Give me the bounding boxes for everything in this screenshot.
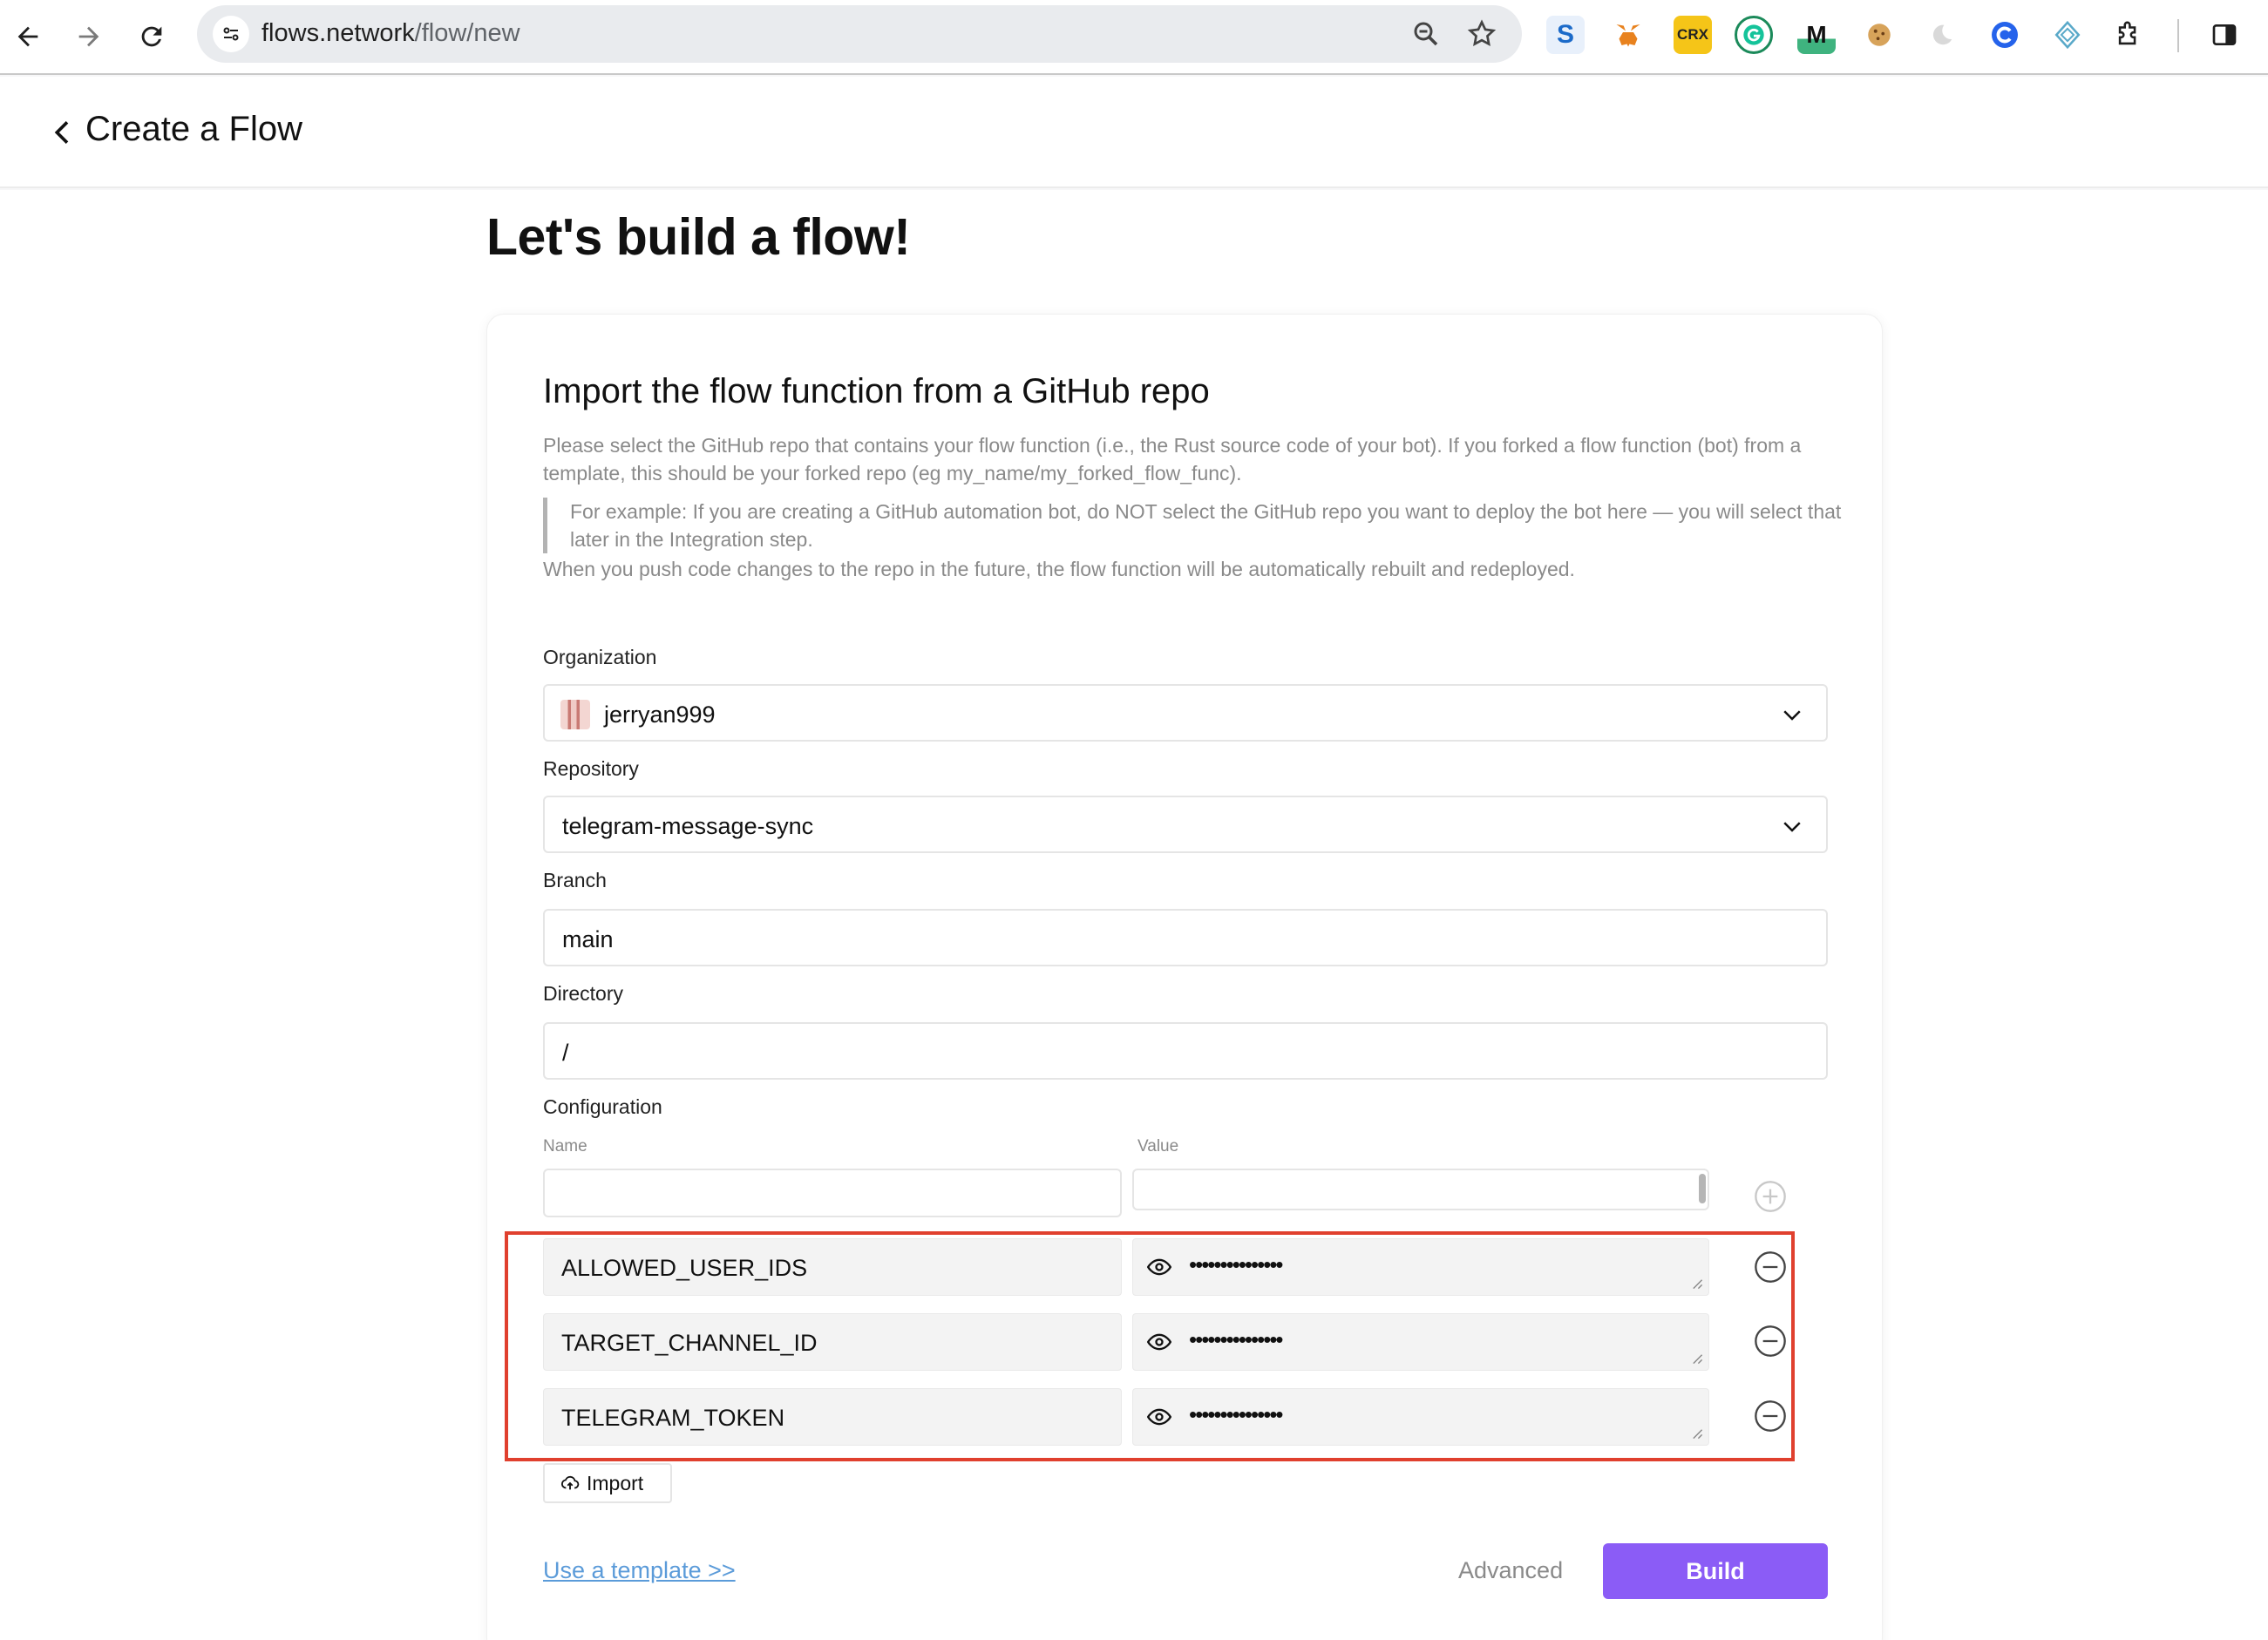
- eye-icon[interactable]: [1147, 1332, 1171, 1352]
- config-name-header: Name: [543, 1137, 587, 1155]
- repository-select[interactable]: telegram-message-sync: [543, 796, 1828, 853]
- example-quote: For example: If you are creating a GitHu…: [543, 498, 1842, 553]
- config-value-field[interactable]: •••••••••••••••: [1132, 1238, 1709, 1296]
- add-config-button[interactable]: [1753, 1179, 1788, 1214]
- toolbar-separator: [2177, 19, 2179, 52]
- directory-value: /: [562, 1040, 569, 1066]
- bookmark-star-icon[interactable]: [1466, 18, 1497, 50]
- branch-value: main: [562, 926, 614, 952]
- branch-input[interactable]: main: [543, 909, 1828, 966]
- config-name: TELEGRAM_TOKEN: [561, 1405, 785, 1431]
- new-config-value-input[interactable]: [1132, 1169, 1709, 1210]
- puzzle-icon[interactable]: [2109, 16, 2148, 54]
- config-name-field[interactable]: TARGET_CHANNEL_ID: [543, 1313, 1122, 1371]
- url-text: flows.network/flow/new: [261, 19, 520, 48]
- s-extension-icon[interactable]: S: [1546, 16, 1585, 54]
- main-content: Let's build a flow! Import the flow func…: [0, 190, 2268, 1640]
- masked-value: •••••••••••••••: [1189, 1326, 1284, 1352]
- reload-icon: [141, 26, 162, 47]
- back-button[interactable]: [3, 12, 52, 61]
- remove-config-button[interactable]: [1753, 1324, 1788, 1359]
- repository-value: telegram-message-sync: [562, 813, 814, 839]
- resize-handle-icon[interactable]: [1691, 1277, 1703, 1290]
- resize-handle-icon[interactable]: [1691, 1352, 1703, 1365]
- card-description: Please select the GitHub repo that conta…: [543, 434, 1802, 485]
- build-button[interactable]: Build: [1603, 1543, 1828, 1599]
- repository-label: Repository: [543, 757, 639, 780]
- org-avatar: [560, 700, 590, 729]
- organization-value: jerryan999: [604, 701, 716, 728]
- remove-config-button[interactable]: [1753, 1399, 1788, 1433]
- grammarly-icon[interactable]: [1735, 16, 1773, 54]
- card-note: When you push code changes to the repo i…: [543, 558, 1575, 580]
- card-title: Import the flow function from a GitHub r…: [543, 372, 1210, 410]
- app-header: Create a Flow: [0, 77, 2268, 188]
- reload-button[interactable]: [127, 12, 176, 61]
- advanced-button[interactable]: Advanced: [1458, 1557, 1563, 1584]
- use-template-link[interactable]: Use a template >>: [543, 1557, 736, 1584]
- m-extension-icon[interactable]: M: [1797, 16, 1836, 54]
- config-name: TARGET_CHANNEL_ID: [561, 1330, 818, 1356]
- c-extension-icon[interactable]: [1986, 16, 2024, 54]
- diamond-extension-icon[interactable]: [2048, 16, 2087, 54]
- arrow-right-icon: [78, 26, 99, 47]
- header-title: Create a Flow: [85, 110, 302, 148]
- config-value-header: Value: [1137, 1137, 1179, 1155]
- arrow-left-icon: [17, 26, 38, 47]
- config-value-field[interactable]: •••••••••••••••: [1132, 1388, 1709, 1446]
- directory-input[interactable]: /: [543, 1022, 1828, 1080]
- site-info-icon[interactable]: [213, 16, 249, 52]
- zoom-icon[interactable]: [1410, 18, 1442, 50]
- remove-config-button[interactable]: [1753, 1250, 1788, 1284]
- browser-toolbar: flows.network/flow/new S CRX M: [0, 0, 2268, 75]
- cloud-upload-icon: [560, 1475, 580, 1490]
- cookie-icon[interactable]: [1860, 16, 1898, 54]
- crx-icon[interactable]: CRX: [1674, 16, 1712, 54]
- chevron-down-icon: [1783, 710, 1801, 721]
- organization-label: Organization: [543, 646, 657, 668]
- import-button[interactable]: Import: [543, 1463, 672, 1503]
- url-path: /flow/new: [414, 19, 520, 47]
- new-config-name-input[interactable]: [543, 1169, 1122, 1217]
- address-bar[interactable]: flows.network/flow/new: [197, 5, 1522, 63]
- configuration-label: Configuration: [543, 1095, 662, 1118]
- resize-handle-icon[interactable]: [1691, 1427, 1703, 1440]
- url-host: flows.network: [261, 19, 415, 47]
- config-name-field[interactable]: ALLOWED_USER_IDS: [543, 1238, 1122, 1296]
- import-label: Import: [587, 1471, 644, 1494]
- eye-icon[interactable]: [1147, 1257, 1171, 1277]
- masked-value: •••••••••••••••: [1189, 1401, 1284, 1427]
- config-value-field[interactable]: •••••••••••••••: [1132, 1313, 1709, 1371]
- chevron-left-icon[interactable]: [45, 115, 80, 150]
- metamask-fox-icon[interactable]: [1609, 16, 1647, 54]
- moon-icon[interactable]: [1923, 16, 1961, 54]
- organization-select[interactable]: jerryan999: [543, 684, 1828, 742]
- import-card: Import the flow function from a GitHub r…: [486, 314, 1883, 1640]
- config-name-field[interactable]: TELEGRAM_TOKEN: [543, 1388, 1122, 1446]
- config-name: ALLOWED_USER_IDS: [561, 1255, 808, 1281]
- directory-label: Directory: [543, 982, 624, 1005]
- chevron-down-icon: [1783, 822, 1801, 832]
- side-panel-icon[interactable]: [2205, 16, 2244, 54]
- eye-icon[interactable]: [1147, 1406, 1171, 1427]
- masked-value: •••••••••••••••: [1189, 1251, 1284, 1277]
- branch-label: Branch: [543, 869, 607, 891]
- page-title: Let's build a flow!: [486, 208, 911, 266]
- forward-button[interactable]: [65, 12, 113, 61]
- scrollbar[interactable]: [1699, 1174, 1706, 1203]
